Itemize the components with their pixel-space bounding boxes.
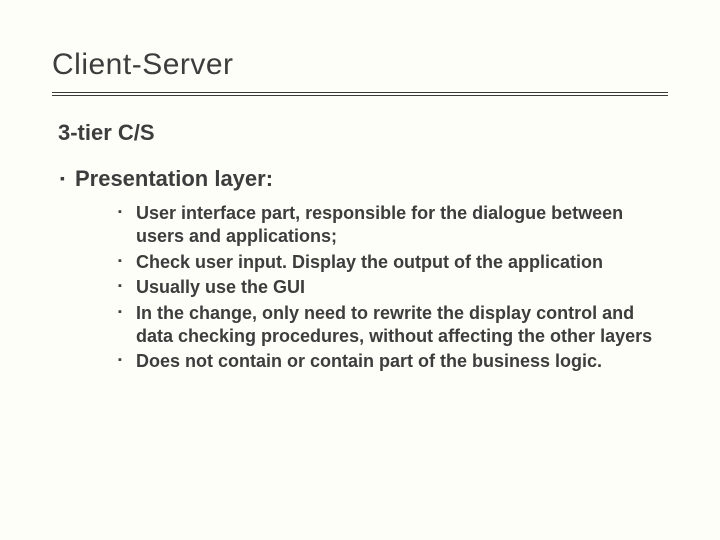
list-item: Usually use the GUI xyxy=(118,276,668,299)
section-heading: Presentation layer: xyxy=(60,166,668,192)
slide-subtitle: 3-tier C/S xyxy=(58,120,668,146)
list-item: Does not contain or contain part of the … xyxy=(118,350,668,373)
bullet-list: User interface part, responsible for the… xyxy=(118,202,668,374)
list-item: In the change, only need to rewrite the … xyxy=(118,302,668,349)
list-item: Check user input. Display the output of … xyxy=(118,251,668,274)
section-heading-text: Presentation layer: xyxy=(75,166,273,192)
list-item: User interface part, responsible for the… xyxy=(118,202,668,249)
slide-title: Client-Server xyxy=(52,48,668,96)
slide: Client-Server 3-tier C/S Presentation la… xyxy=(0,0,720,540)
section: Presentation layer: User interface part,… xyxy=(60,166,668,374)
